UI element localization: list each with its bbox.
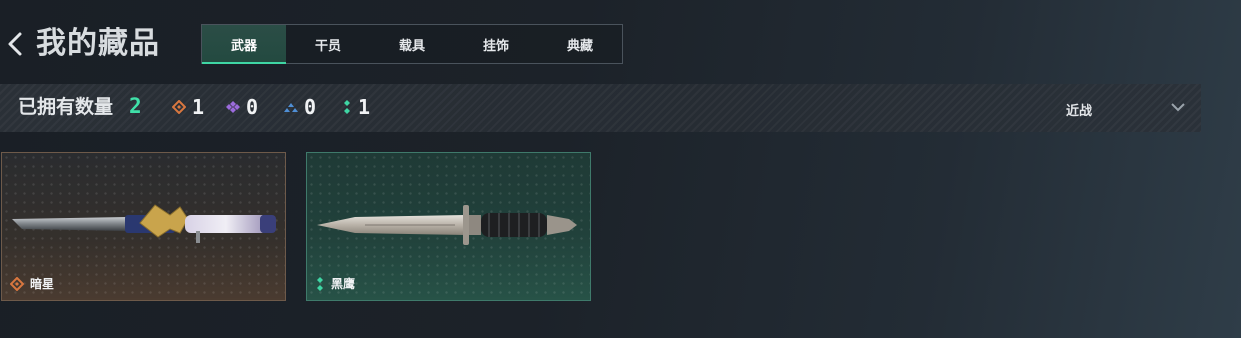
owned-count: 2 bbox=[129, 94, 142, 118]
item-name-row: 黑鹰 bbox=[315, 275, 355, 292]
orange-diamond-icon bbox=[172, 100, 186, 114]
tab-charms[interactable]: 挂饰 bbox=[454, 25, 538, 63]
rarity-purple-count: 0 bbox=[246, 95, 259, 119]
rarity-orange: 1 bbox=[172, 95, 205, 119]
rarity-blue-count: 0 bbox=[304, 95, 317, 119]
item-name: 黑鹰 bbox=[331, 277, 356, 291]
ornate-knife-icon bbox=[12, 204, 276, 243]
purple-diamond-icon bbox=[226, 101, 240, 113]
tab-vehicles[interactable]: 载具 bbox=[370, 25, 454, 63]
tab-weapons[interactable]: 武器 bbox=[202, 25, 286, 64]
rarity-green-count: 1 bbox=[358, 95, 371, 119]
rarity-purple: 0 bbox=[226, 95, 259, 119]
combat-knife-icon bbox=[317, 205, 577, 245]
green-dots-icon bbox=[317, 276, 323, 291]
back-button[interactable] bbox=[4, 30, 26, 58]
rarity-blue: 0 bbox=[284, 95, 317, 119]
dropdown-selected-label: 近战 bbox=[1066, 104, 1093, 119]
green-dots-icon bbox=[344, 100, 350, 114]
blue-triangle-icon bbox=[284, 103, 298, 112]
rarity-green: 1 bbox=[342, 95, 371, 119]
tab-operators[interactable]: 干员 bbox=[286, 25, 370, 63]
tab-collection[interactable]: 典藏 bbox=[538, 25, 622, 63]
item-name-row: 暗星 bbox=[10, 275, 54, 292]
item-card[interactable]: 暗星 bbox=[1, 152, 286, 301]
item-card[interactable]: 黑鹰 bbox=[306, 152, 591, 301]
category-tabs: 武器 干员 载具 挂饰 典藏 bbox=[201, 24, 623, 64]
orange-diamond-icon bbox=[10, 276, 24, 291]
chevron-down-icon bbox=[1171, 103, 1185, 112]
item-name: 暗星 bbox=[30, 277, 55, 291]
summary-bar: 已拥有数量 2 1 0 0 1 近战 bbox=[0, 84, 1201, 132]
weapon-type-dropdown[interactable]: 近战 bbox=[1040, 84, 1201, 132]
page-title: 我的藏品 bbox=[36, 26, 160, 61]
header: 我的藏品 武器 干员 载具 挂饰 典藏 bbox=[0, 0, 1241, 80]
owned-label: 已拥有数量 bbox=[18, 96, 114, 118]
chevron-left-icon bbox=[8, 32, 22, 56]
rarity-orange-count: 1 bbox=[192, 95, 205, 119]
